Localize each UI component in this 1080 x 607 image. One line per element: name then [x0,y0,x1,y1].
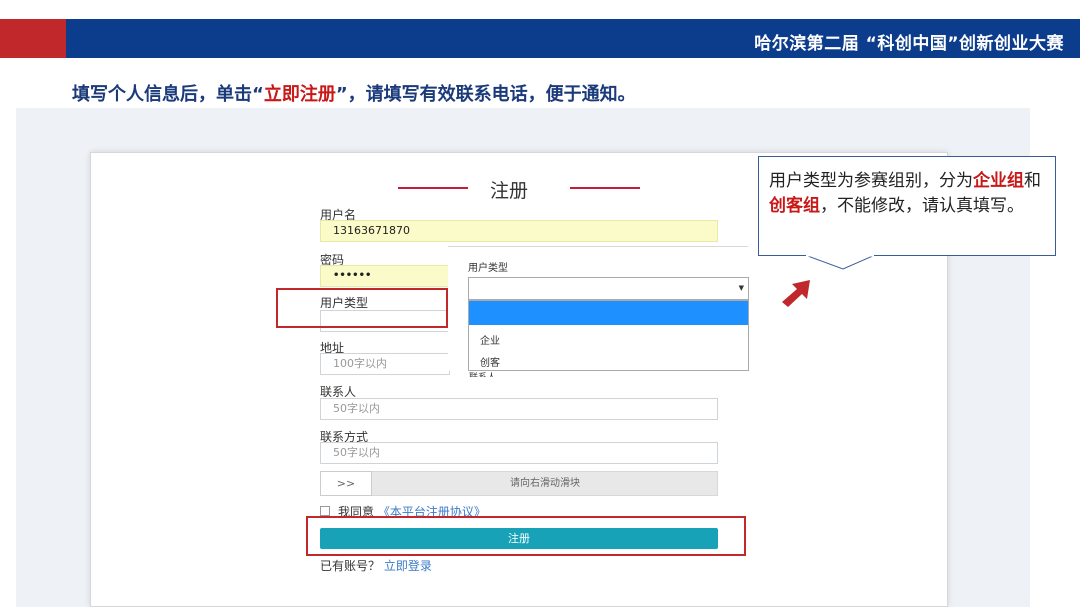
have-account-text: 已有账号？ [320,559,381,573]
username-input[interactable]: 13163671870 [320,220,718,242]
user-type-dropdown[interactable]: ▼ [468,277,749,300]
register-highlight [306,516,746,556]
slider-handle[interactable]: >> [320,471,372,496]
dropdown-list: 企业 创客 [468,300,749,371]
agree-checkbox[interactable] [320,506,330,516]
arrow-icon [782,280,810,307]
dropdown-label: 用户类型 [468,263,508,274]
contact-input[interactable]: 50字以内 [320,398,718,420]
dropdown-underlying-label: 联系人 [469,370,496,377]
callout-text3: ，不能修改，请认真填写。 [820,196,1024,216]
caret-down-icon: ▼ [738,284,744,292]
title-line-right [570,187,640,189]
dropdown-option-empty[interactable] [469,301,748,325]
dropdown-option-enterprise[interactable]: 企业 [480,332,500,347]
instruction-part2: ”，请填写有效联系电话，便于通知。 [335,84,636,105]
slider-hint: 请向右滑动滑块 [510,478,580,489]
instruction-text: 填写个人信息后，单击“立即注册”，请填写有效联系电话，便于通知。 [72,80,636,106]
user-type-highlight [276,288,448,328]
callout-text1: 用户类型为参赛组别，分为 [769,171,973,191]
callout-text2: 和 [1024,171,1041,191]
password-input[interactable]: •••••• [320,265,450,287]
slide: 哈尔滨第二届 “科创中国”创新创业大赛 填写个人信息后，单击“立即注册”，请填写… [0,0,1080,607]
login-row: 已有账号？ 立即登录 [320,557,432,574]
callout-tail [805,255,875,270]
header-red-block [0,19,66,58]
dropdown-option-maker[interactable]: 创客 [480,354,500,369]
login-link[interactable]: 立即登录 [384,559,432,573]
instruction-part1: 填写个人信息后，单击“ [72,84,264,105]
instruction-highlight: 立即注册 [263,84,336,105]
form-title: 注册 [490,180,529,202]
contact-method-input[interactable]: 50字以内 [320,442,718,464]
callout-red2: 创客组 [769,196,820,216]
header-title: 哈尔滨第二届 “科创中国”创新创业大赛 [754,34,1064,54]
address-input[interactable]: 100字以内 [320,353,450,375]
callout-red1: 企业组 [973,171,1024,191]
callout-box: 用户类型为参赛组别，分为企业组和创客组，不能修改，请认真填写。 [758,156,1056,256]
title-line-left [398,187,468,189]
